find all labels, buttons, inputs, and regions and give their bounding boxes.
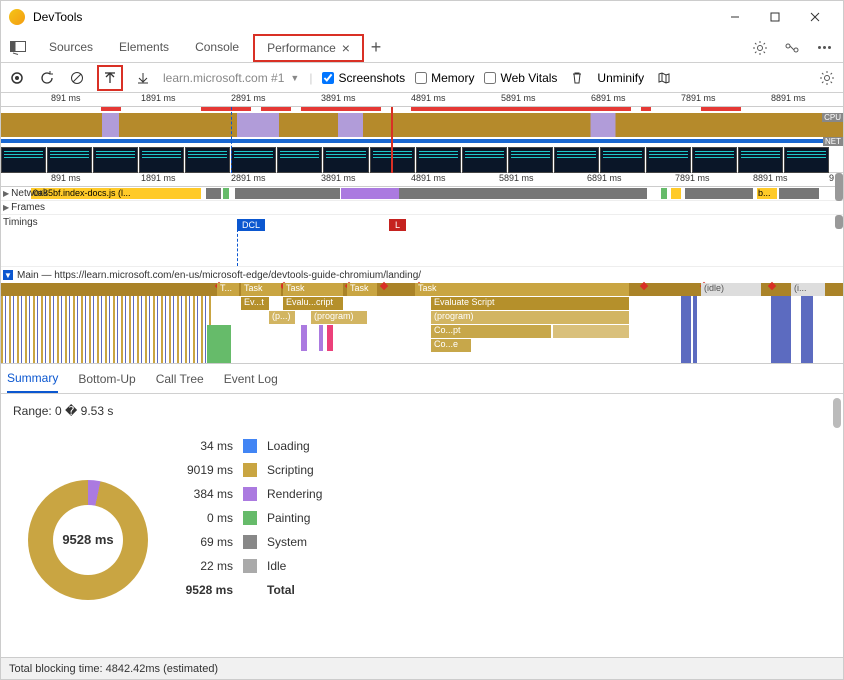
tab-event-log[interactable]: Event Log: [224, 366, 278, 392]
scrollbar[interactable]: [835, 173, 843, 201]
dcl-marker[interactable]: DCL: [237, 219, 265, 231]
timings-row[interactable]: Timings DCL L: [1, 215, 843, 267]
tab-call-tree[interactable]: Call Tree: [156, 366, 204, 392]
tab-elements[interactable]: Elements: [107, 34, 181, 62]
status-bar: Total blocking time: 4842.42ms (estimate…: [1, 657, 843, 679]
main-thread-header[interactable]: ▼ Main — https://learn.microsoft.com/en-…: [1, 267, 843, 283]
maximize-button[interactable]: [755, 3, 795, 31]
tab-performance[interactable]: Performance ×: [253, 34, 364, 62]
record-button[interactable]: [7, 68, 27, 88]
collapse-icon[interactable]: ▼: [3, 270, 13, 280]
kebab-menu-icon[interactable]: [815, 39, 833, 57]
close-button[interactable]: [795, 3, 835, 31]
minimize-button[interactable]: [715, 3, 755, 31]
timeline-panel[interactable]: 891 ms 1891 ms 2891 ms 3891 ms 4891 ms 5…: [1, 173, 843, 364]
checkbox-memory[interactable]: Memory: [415, 71, 474, 85]
details-tabs: Summary Bottom-Up Call Tree Event Log: [1, 364, 843, 394]
overview-ticks: 891 ms 1891 ms 2891 ms 3891 ms 4891 ms 5…: [1, 93, 843, 107]
performance-toolbar: learn.microsoft.com #1▼ | Screenshots Me…: [1, 63, 843, 93]
chevron-down-icon: ▼: [290, 73, 299, 83]
summary-panel: Range: 0 � 9.53 s 9528 ms 34 msLoading 9…: [1, 394, 843, 657]
window-title: DevTools: [33, 10, 715, 24]
range-label: Range: 0 � 9.53 s: [13, 404, 113, 418]
frames-row[interactable]: ▶Frames: [1, 201, 843, 215]
dock-side-icon[interactable]: [7, 37, 29, 59]
settings-icon[interactable]: [817, 68, 837, 88]
unminify-button[interactable]: Unminify: [597, 71, 644, 85]
donut-total: 9528 ms: [62, 532, 113, 547]
tab-console[interactable]: Console: [183, 34, 251, 62]
cpu-chart: [1, 113, 843, 137]
legend-swatch-idle: [243, 559, 257, 573]
checkbox-webvitals[interactable]: Web Vitals: [484, 71, 557, 85]
overview-panel[interactable]: 891 ms 1891 ms 2891 ms 3891 ms 4891 ms 5…: [1, 93, 843, 173]
trash-icon[interactable]: [567, 68, 587, 88]
donut-chart[interactable]: 9528 ms: [28, 480, 148, 600]
tab-performance-label: Performance: [267, 41, 336, 55]
screenshot-strip: [1, 147, 829, 173]
checkbox-screenshots[interactable]: Screenshots: [322, 71, 405, 85]
tab-sources[interactable]: Sources: [37, 34, 105, 62]
profile-dropdown[interactable]: learn.microsoft.com #1 ▼: [163, 71, 299, 85]
network-row[interactable]: ▶Network 0a85bf.index-docs.js (l... b...: [1, 187, 843, 201]
close-icon[interactable]: ×: [342, 40, 350, 56]
scrollbar[interactable]: [835, 215, 843, 229]
map-icon[interactable]: [654, 68, 674, 88]
gear-icon[interactable]: [751, 39, 769, 57]
net-label: NET: [823, 137, 843, 146]
flame-chart[interactable]: T... Task Task Task Task (idle) (i... Ev…: [1, 283, 843, 363]
download-button[interactable]: [133, 68, 153, 88]
activity-icon[interactable]: [783, 39, 801, 57]
new-tab-button[interactable]: +: [364, 36, 388, 60]
legend-swatch-scripting: [243, 463, 257, 477]
blocking-time-label: Total blocking time: 4842.42ms (estimate…: [9, 663, 218, 675]
profile-dropdown-label: learn.microsoft.com #1: [163, 71, 284, 85]
devtools-tabbar: Sources Elements Console Performance × +: [1, 33, 843, 63]
expand-icon[interactable]: ▶: [3, 189, 9, 198]
timeline-ticks: 891 ms 1891 ms 2891 ms 3891 ms 4891 ms 5…: [1, 173, 843, 187]
app-icon: [9, 9, 25, 25]
main-thread-label: Main — https://learn.microsoft.com/en-us…: [17, 270, 421, 281]
legend: 34 msLoading 9019 msScripting 384 msRend…: [173, 434, 322, 645]
net-chart: [1, 139, 843, 143]
clear-button[interactable]: [67, 68, 87, 88]
reload-button[interactable]: [37, 68, 57, 88]
scrollbar[interactable]: [833, 398, 841, 428]
legend-swatch-painting: [243, 511, 257, 525]
upload-profile-button[interactable]: [97, 65, 123, 91]
window-titlebar: DevTools: [1, 1, 843, 33]
expand-icon[interactable]: ▶: [3, 203, 9, 212]
legend-swatch-rendering: [243, 487, 257, 501]
cpu-label: CPU: [822, 113, 843, 122]
load-marker[interactable]: L: [389, 219, 406, 231]
flame-dense-region[interactable]: [1, 296, 213, 363]
tab-bottom-up[interactable]: Bottom-Up: [78, 366, 135, 392]
legend-swatch-system: [243, 535, 257, 549]
tab-summary[interactable]: Summary: [7, 365, 58, 393]
legend-swatch-loading: [243, 439, 257, 453]
